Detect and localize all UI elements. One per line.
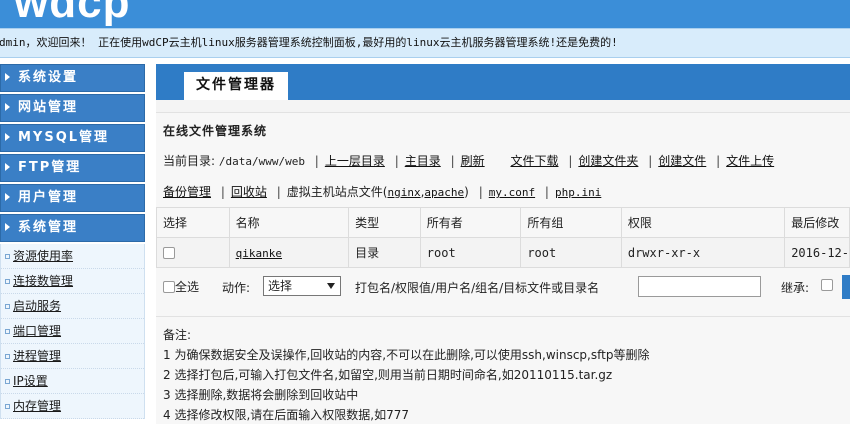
refresh-link[interactable]: 刷新 [461, 154, 485, 168]
select-all[interactable]: 全选 [163, 278, 199, 295]
tools-row: 备份管理 | 回收站 | 虚拟主机站点文件(nginx,apache) | my.co… [163, 185, 602, 199]
sidebar-item-resource-usage[interactable]: 资源使用率 [1, 244, 144, 269]
apache-link[interactable]: apache [424, 186, 464, 199]
logo: wdcp [14, 0, 131, 27]
col-owner: 所有者 [419, 207, 522, 238]
square-bullet-icon [5, 279, 10, 284]
col-type: 类型 [348, 207, 421, 238]
top-header: wdcp [0, 0, 850, 28]
file-owner: root [419, 237, 522, 268]
current-dir-label: 当前目录: [163, 154, 216, 168]
action-label: 动作: [222, 281, 251, 295]
notes-panel: 备注: 1 为确保数据安全及误操作,回收站的内容,不可以在此删除,可以使用ssh… [156, 316, 850, 424]
file-modified: 2016-12- [784, 237, 850, 268]
menu-mysql-management[interactable]: MYSQL管理 [0, 124, 145, 152]
sidebar-item-ports[interactable]: 端口管理 [1, 319, 144, 344]
select-all-checkbox[interactable] [163, 281, 175, 293]
pack-label: 打包名/权限值/用户名/组名/目标文件或目录名 [355, 281, 600, 295]
target-name-input[interactable] [638, 276, 761, 297]
welcome-bar: dmin，欢迎回来！ 正在使用wdCP云主机linux服务器管理系统控制面板,最… [0, 28, 850, 58]
sidebar-item-connections[interactable]: 连接数管理 [1, 269, 144, 294]
square-bullet-icon [5, 329, 10, 334]
current-dir-path: /data/www/web [218, 155, 305, 168]
col-name: 名称 [228, 207, 350, 238]
square-bullet-icon [5, 379, 10, 384]
phpini-link[interactable]: php.ini [555, 186, 601, 199]
mycnf-link[interactable]: my.conf [489, 186, 535, 199]
action-row: 全选 动作: 选择 打包名/权限值/用户名/组名/目标文件或目录名 继承: [156, 269, 850, 301]
caret-right-icon [5, 133, 10, 141]
file-manager-panel: 在线文件管理系统 当前目录: /data/www/web | 上一层目录 | 主目录… [156, 112, 850, 316]
caret-right-icon [5, 163, 10, 171]
col-group: 所有组 [520, 207, 622, 238]
system-management-submenu: 资源使用率 连接数管理 启动服务 端口管理 进程管理 IP设置 内存管理 [0, 244, 145, 419]
menu-user-management[interactable]: 用户管理 [0, 184, 145, 212]
page-title: 文件管理器 [184, 72, 288, 100]
parent-dir-link[interactable]: 上一层目录 [325, 154, 385, 168]
col-permissions: 权限 [620, 207, 786, 238]
home-dir-link[interactable]: 主目录 [405, 154, 441, 168]
row-checkbox[interactable] [163, 246, 175, 259]
menu-site-management[interactable]: 网站管理 [0, 94, 145, 122]
file-group: root [520, 237, 622, 268]
caret-right-icon [5, 103, 10, 111]
create-file-link[interactable]: 创建文件 [658, 154, 706, 168]
panel-title: 在线文件管理系统 [163, 124, 268, 138]
note-line: 4 选择修改权限,请在后面输入权限数据,如777 [163, 408, 409, 422]
nginx-link[interactable]: nginx [387, 186, 420, 199]
notes-title: 备注: [163, 328, 192, 342]
recycle-bin-link[interactable]: 回收站 [231, 185, 267, 199]
square-bullet-icon [5, 304, 10, 309]
inherit-checkbox[interactable] [821, 279, 833, 291]
col-modified: 最后修改 [784, 207, 850, 238]
inherit-label: 继承: [781, 281, 810, 295]
note-line: 2 选择打包后,可输入打包文件名,如留空,则用当前日期时间命名,如2011011… [163, 368, 613, 382]
download-link[interactable]: 文件下载 [510, 154, 558, 168]
welcome-text: dmin，欢迎回来！ 正在使用wdCP云主机linux服务器管理系统控制面板,最… [0, 36, 618, 49]
action-select[interactable]: 选择 [263, 276, 341, 296]
main-content: 文件管理器 在线文件管理系统 当前目录: /data/www/web | 上一层目… [156, 64, 850, 424]
caret-right-icon [5, 73, 10, 81]
square-bullet-icon [5, 404, 10, 409]
navigation-row: 当前目录: /data/www/web | 上一层目录 | 主目录 | 刷新 文件下载… [163, 154, 775, 168]
square-bullet-icon [5, 254, 10, 259]
file-type: 目录 [348, 237, 421, 268]
sidebar: 系统设置 网站管理 MYSQL管理 FTP管理 用户管理 系统管理 资源使用率 … [0, 64, 145, 424]
vhost-label: 虚拟主机站点文件( [286, 185, 388, 199]
col-select: 选择 [156, 207, 230, 238]
square-bullet-icon [5, 354, 10, 359]
note-line: 1 为确保数据安全及误操作,回收站的内容,不可以在此删除,可以使用ssh,win… [163, 348, 650, 362]
create-folder-link[interactable]: 创建文件夹 [578, 154, 638, 168]
menu-ftp-management[interactable]: FTP管理 [0, 154, 145, 182]
menu-system-settings[interactable]: 系统设置 [0, 64, 145, 92]
table-row: qikanke 目录 root root drwxr-xr-x 2016-12- [156, 237, 850, 268]
file-name-link[interactable]: qikanke [236, 247, 282, 260]
table-header-row: 选择 名称 类型 所有者 所有组 权限 最后修改 [156, 207, 850, 238]
title-bar: 文件管理器 [156, 64, 850, 100]
sidebar-item-start-services[interactable]: 启动服务 [1, 294, 144, 319]
note-line: 3 选择删除,数据将会删除到回收站中 [163, 388, 359, 402]
file-table: 选择 名称 类型 所有者 所有组 权限 最后修改 qikanke 目录 root… [156, 207, 850, 268]
chevron-down-icon [327, 283, 335, 289]
backup-link[interactable]: 备份管理 [163, 185, 211, 199]
caret-right-icon [5, 223, 10, 231]
file-permissions: drwxr-xr-x [620, 237, 786, 268]
caret-right-icon [5, 193, 10, 201]
sidebar-item-ip-settings[interactable]: IP设置 [1, 369, 144, 394]
menu-system-management[interactable]: 系统管理 [0, 214, 145, 242]
submit-button[interactable] [842, 275, 850, 299]
upload-link[interactable]: 文件上传 [726, 154, 774, 168]
sidebar-item-memory[interactable]: 内存管理 [1, 394, 144, 419]
sidebar-item-processes[interactable]: 进程管理 [1, 344, 144, 369]
